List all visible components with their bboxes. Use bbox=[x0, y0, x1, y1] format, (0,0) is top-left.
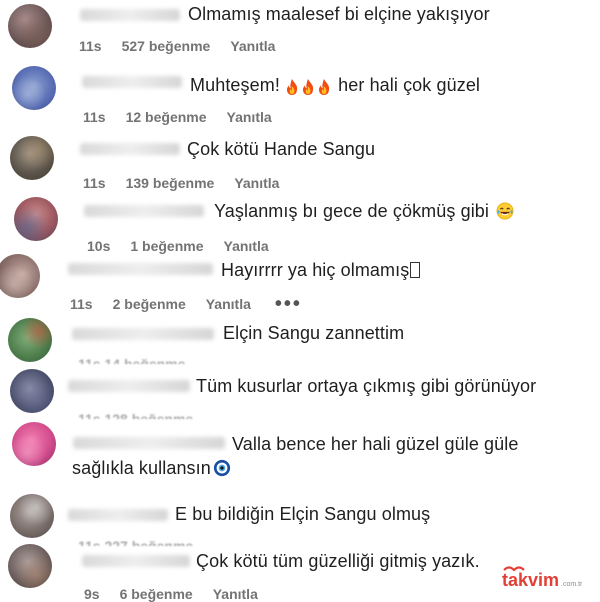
username[interactable] bbox=[68, 263, 213, 275]
comment-text: Olmamış maalesef bi elçine yakışıyor bbox=[188, 4, 490, 24]
comment-text-line: Valla bence her hali güzel güle güle bbox=[232, 434, 519, 454]
username[interactable] bbox=[80, 9, 180, 21]
avatar[interactable] bbox=[0, 254, 40, 298]
watermark-text: takvim bbox=[502, 570, 559, 590]
comment-text: Yaşlanmış bı gece de çökmüş gibi bbox=[214, 200, 514, 222]
takvim-watermark-logo: takvim .com.tr bbox=[502, 564, 594, 590]
username[interactable] bbox=[82, 555, 190, 567]
fire-icon bbox=[303, 79, 314, 95]
comment-text-continuation: sağlıkla kullansın bbox=[72, 457, 231, 479]
username[interactable] bbox=[73, 437, 225, 449]
username[interactable] bbox=[68, 380, 190, 392]
fire-emoji-group bbox=[285, 76, 333, 98]
comment-text: Çok kötü tüm güzelliği gitmiş yazık. bbox=[196, 551, 480, 571]
comment-text-part: Muhteşem! bbox=[190, 75, 286, 95]
comment-text-part: Hayırrrr ya hiç olmamış bbox=[221, 260, 410, 280]
missing-glyph-box-icon bbox=[410, 262, 421, 278]
avatar[interactable] bbox=[8, 544, 52, 588]
comment-meta: 11s 12 beğenme Yanıtla bbox=[83, 109, 272, 125]
comment-time[interactable]: 11s bbox=[79, 38, 102, 54]
comment-text: Elçin Sangu zannettim bbox=[223, 323, 405, 343]
comment-text-part: her hali çok güzel bbox=[333, 75, 481, 95]
comment-text-part: Yaşlanmış bı gece de çökmüş gibi bbox=[214, 201, 490, 221]
comment-meta-partial: 11s 227 beğenme bbox=[78, 538, 194, 546]
like-count[interactable]: 1 beğenme bbox=[130, 238, 203, 254]
comment-text: Muhteşem! her hali çok güzel bbox=[190, 74, 480, 98]
avatar[interactable] bbox=[12, 422, 56, 466]
avatar[interactable] bbox=[10, 494, 54, 538]
comment-meta: 11s 139 beğenme Yanıtla bbox=[83, 175, 279, 191]
watermark-suffix: .com.tr bbox=[561, 581, 583, 588]
comment-text: Tüm kusurlar ortaya çıkmış gibi görünüyo… bbox=[196, 376, 537, 396]
comment-meta: 10s 1 beğenme Yanıtla bbox=[87, 238, 269, 254]
comment-text-line: sağlıkla kullansın bbox=[72, 458, 211, 478]
face-with-tears-of-joy-icon bbox=[496, 202, 514, 220]
username[interactable] bbox=[72, 328, 214, 340]
like-count[interactable]: 2 beğenme bbox=[113, 296, 186, 312]
avatar[interactable] bbox=[10, 136, 54, 180]
avatar[interactable] bbox=[12, 66, 56, 110]
reply-button[interactable]: Yanıtla bbox=[234, 175, 279, 191]
more-options-icon[interactable]: ••• bbox=[275, 294, 302, 314]
comment-meta-partial: 11s 128 beğenme bbox=[78, 411, 194, 419]
avatar[interactable] bbox=[8, 4, 52, 48]
username[interactable] bbox=[68, 509, 168, 521]
like-count[interactable]: 139 beğenme bbox=[126, 175, 215, 191]
reply-button[interactable]: Yanıtla bbox=[230, 38, 275, 54]
comment-time[interactable]: 11s bbox=[83, 175, 106, 191]
fire-icon bbox=[287, 79, 298, 95]
takvim-logo-icon: takvim .com.tr bbox=[502, 566, 583, 590]
username[interactable] bbox=[84, 205, 204, 217]
username[interactable] bbox=[80, 143, 180, 155]
username[interactable] bbox=[82, 76, 182, 88]
reply-button[interactable]: Yanıtla bbox=[224, 238, 269, 254]
like-count[interactable]: 527 beğenme bbox=[122, 38, 211, 54]
comment-time[interactable]: 11s bbox=[70, 296, 93, 312]
like-count[interactable]: 12 beğenme bbox=[126, 109, 207, 125]
avatar[interactable] bbox=[14, 197, 58, 241]
comment-text: Valla bence her hali güzel güle güle bbox=[232, 433, 572, 455]
comment-meta-partial: 11s 14 beğenme bbox=[78, 356, 186, 364]
avatar[interactable] bbox=[8, 318, 52, 362]
comment-time[interactable]: 10s bbox=[87, 238, 110, 254]
evil-eye-icon bbox=[213, 459, 230, 477]
comment-time[interactable]: 11s bbox=[83, 109, 106, 125]
comment-text: E bu bildiğin Elçin Sangu olmuş bbox=[175, 504, 431, 524]
comment-meta: 11s 2 beğenme Yanıtla ••• bbox=[70, 294, 302, 314]
fire-icon bbox=[319, 79, 330, 95]
comment-text: Hayırrrr ya hiç olmamış bbox=[221, 259, 421, 281]
reply-button[interactable]: Yanıtla bbox=[227, 109, 272, 125]
reply-button[interactable]: Yanıtla bbox=[206, 296, 251, 312]
comment-meta: 11s 527 beğenme Yanıtla bbox=[79, 38, 275, 54]
comment-text: Çok kötü Hande Sangu bbox=[187, 139, 376, 159]
avatar[interactable] bbox=[10, 369, 54, 413]
